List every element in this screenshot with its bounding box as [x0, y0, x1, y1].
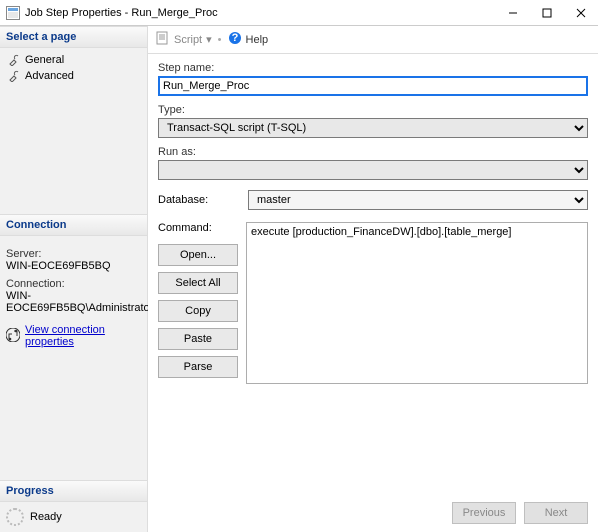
progress-status: Ready	[30, 511, 62, 523]
minimize-button[interactable]	[496, 0, 530, 26]
wrench-icon	[8, 70, 20, 82]
page-general[interactable]: General	[4, 52, 143, 68]
copy-button[interactable]: Copy	[158, 300, 238, 322]
svg-text:?: ?	[231, 32, 238, 44]
run-as-select[interactable]	[158, 160, 588, 180]
parse-button[interactable]: Parse	[158, 356, 238, 378]
run-as-label: Run as:	[158, 146, 588, 158]
paste-button[interactable]: Paste	[158, 328, 238, 350]
window-icon	[6, 6, 20, 20]
right-pane: Script ▾ • ? Help Step name: Type: Trans…	[148, 26, 598, 532]
server-label: Server:	[6, 248, 141, 260]
script-icon	[156, 31, 170, 48]
wrench-icon	[8, 54, 20, 66]
open-button[interactable]: Open...	[158, 244, 238, 266]
chevron-down-icon: ▾	[206, 33, 212, 46]
maximize-button[interactable]	[530, 0, 564, 26]
script-button[interactable]: Script ▾	[156, 31, 212, 48]
connection-value: WIN-EOCE69FB5BQ\Administrator	[6, 290, 141, 314]
command-label: Command:	[158, 222, 238, 234]
step-name-label: Step name:	[158, 62, 588, 74]
type-label: Type:	[158, 104, 588, 116]
connection-label: Connection:	[6, 278, 141, 290]
next-button[interactable]: Next	[524, 502, 588, 524]
view-connection-link[interactable]: View connection properties	[25, 324, 141, 348]
left-pane: Select a page General Advanced Connectio…	[0, 26, 148, 532]
help-label: Help	[246, 34, 269, 46]
select-all-button[interactable]: Select All	[158, 272, 238, 294]
previous-button[interactable]: Previous	[452, 502, 516, 524]
type-select[interactable]: Transact-SQL script (T-SQL)	[158, 118, 588, 138]
page-advanced[interactable]: Advanced	[4, 68, 143, 84]
help-button[interactable]: ? Help	[228, 31, 269, 48]
database-select[interactable]: master	[248, 190, 588, 210]
select-page-header: Select a page	[0, 26, 147, 48]
step-name-input[interactable]	[158, 76, 588, 96]
script-label: Script	[174, 34, 202, 46]
toolbar: Script ▾ • ? Help	[148, 26, 598, 54]
page-label: General	[25, 54, 64, 66]
page-label: Advanced	[25, 70, 74, 82]
connection-header: Connection	[0, 214, 147, 236]
progress-header: Progress	[0, 480, 147, 502]
help-icon: ?	[228, 31, 242, 48]
progress-spinner-icon	[6, 508, 24, 526]
close-button[interactable]	[564, 0, 598, 26]
database-label: Database:	[158, 194, 238, 206]
command-textarea[interactable]	[246, 222, 588, 384]
window-title: Job Step Properties - Run_Merge_Proc	[25, 7, 496, 19]
connection-icon	[6, 328, 20, 345]
server-value: WIN-EOCE69FB5BQ	[6, 260, 141, 272]
separator: •	[218, 34, 222, 46]
title-bar: Job Step Properties - Run_Merge_Proc	[0, 0, 598, 26]
